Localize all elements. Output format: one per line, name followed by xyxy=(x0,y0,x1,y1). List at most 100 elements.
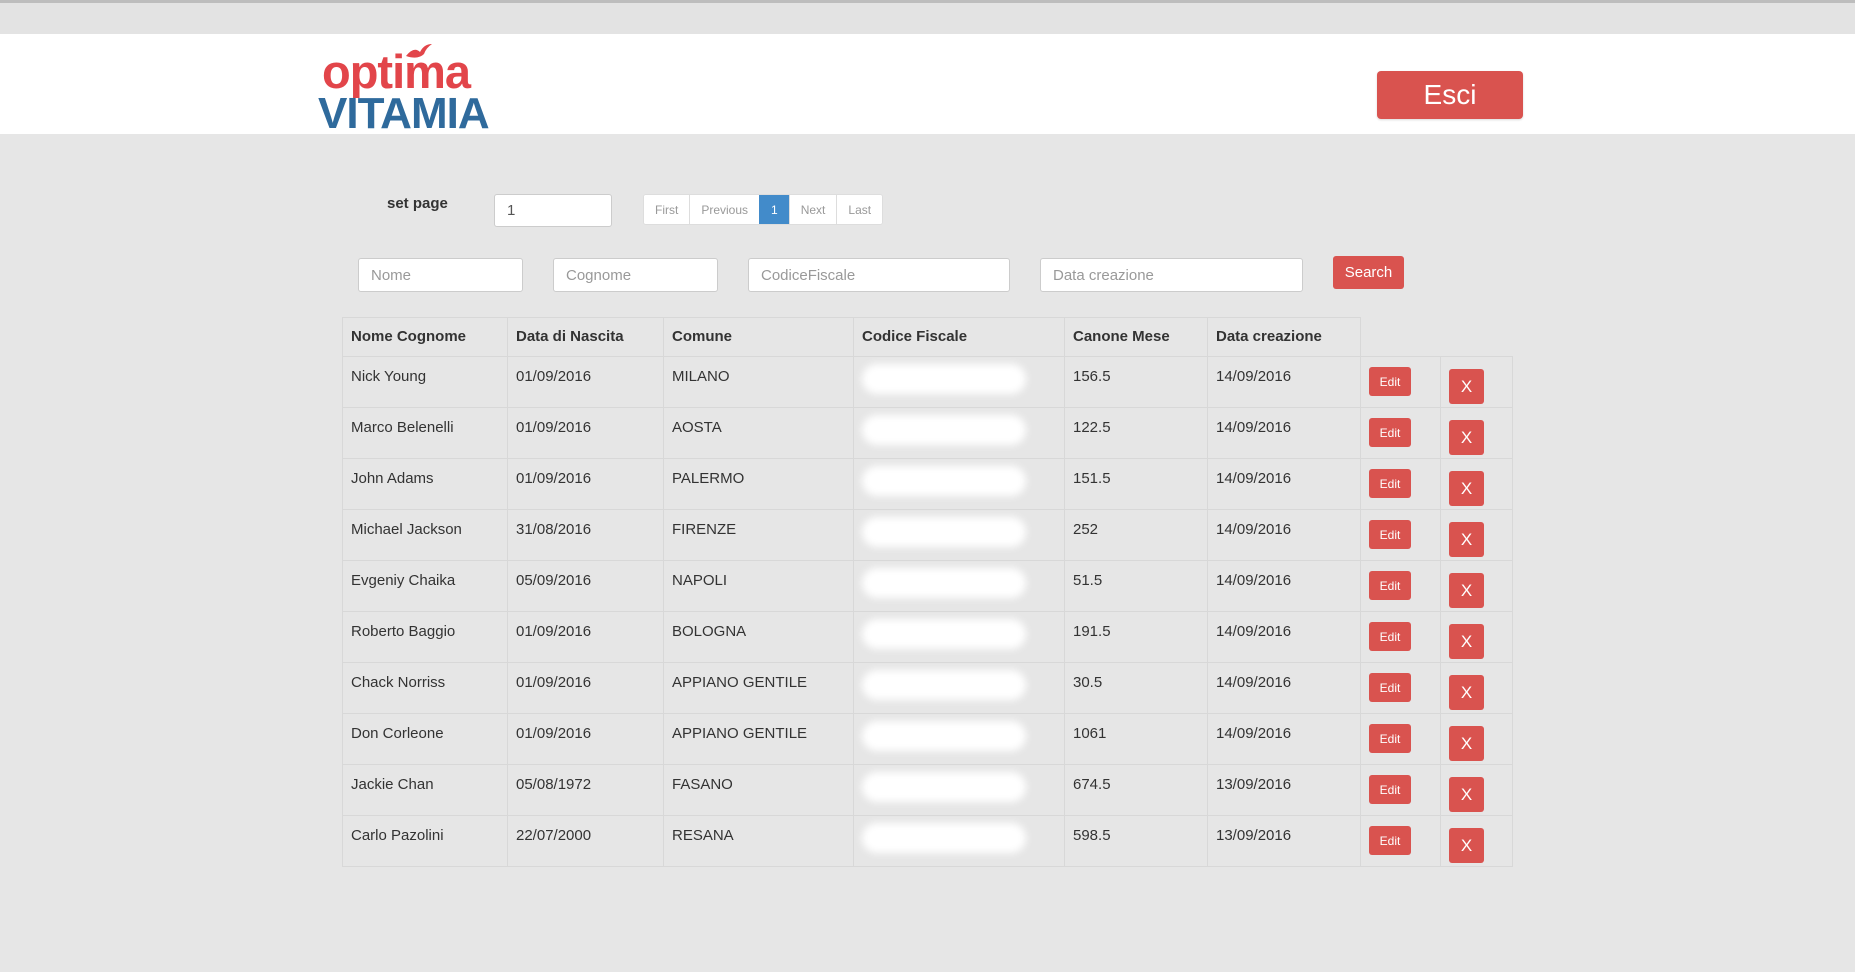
table-header-row: Nome Cognome Data di Nascita Comune Codi… xyxy=(342,317,1513,357)
delete-button[interactable]: X xyxy=(1449,624,1484,659)
edit-column-header xyxy=(1361,318,1441,357)
cell-birth-date: 01/09/2016 xyxy=(507,458,664,510)
cell-birth-date: 01/09/2016 xyxy=(507,356,664,408)
redacted-codice-fiscale xyxy=(862,517,1026,547)
cell-delete: X xyxy=(1440,407,1513,459)
cell-comune: PALERMO xyxy=(663,458,854,510)
search-button[interactable]: Search xyxy=(1333,256,1404,289)
edit-button[interactable]: Edit xyxy=(1369,673,1411,702)
cell-edit: Edit xyxy=(1360,764,1441,816)
cell-delete: X xyxy=(1440,815,1513,867)
cell-comune: BOLOGNA xyxy=(663,611,854,663)
table-row: Carlo Pazolini 22/07/2000 RESANA 598.5 13/09… xyxy=(342,815,1513,867)
cell-created-date: 13/09/2016 xyxy=(1207,764,1361,816)
delete-button[interactable]: X xyxy=(1449,420,1484,455)
cell-created-date: 14/09/2016 xyxy=(1207,611,1361,663)
delete-button[interactable]: X xyxy=(1449,777,1484,812)
delete-column-header xyxy=(1441,318,1513,357)
cell-comune: NAPOLI xyxy=(663,560,854,612)
cell-name: Marco Belenelli xyxy=(342,407,508,459)
nome-filter-input[interactable] xyxy=(358,258,523,292)
delete-button[interactable]: X xyxy=(1449,828,1484,863)
delete-button[interactable]: X xyxy=(1449,369,1484,404)
delete-button[interactable]: X xyxy=(1449,726,1484,761)
pagination-first[interactable]: First xyxy=(644,195,690,224)
table-body: Nick Young 01/09/2016 MILANO 156.5 14/09/201… xyxy=(342,356,1513,867)
pagination-1[interactable]: 1 xyxy=(759,195,789,224)
cell-comune: RESANA xyxy=(663,815,854,867)
redacted-codice-fiscale xyxy=(862,823,1026,853)
logo-text-vitamia: VITAMIA xyxy=(318,89,490,138)
page-number-input[interactable] xyxy=(494,194,612,227)
cell-name: Chack Norriss xyxy=(342,662,508,714)
delete-button[interactable]: X xyxy=(1449,675,1484,710)
cell-delete: X xyxy=(1440,356,1513,408)
table-row: Don Corleone 01/09/2016 APPIANO GENTILE 106… xyxy=(342,713,1513,765)
redacted-codice-fiscale xyxy=(862,466,1026,496)
edit-button[interactable]: Edit xyxy=(1369,724,1411,753)
cell-name: Jackie Chan xyxy=(342,764,508,816)
cell-name: Evgeniy Chaika xyxy=(342,560,508,612)
column-header: Canone Mese xyxy=(1064,317,1208,357)
table-row: John Adams 01/09/2016 PALERMO 151.5 14/09/20… xyxy=(342,458,1513,510)
data-creazione-filter-input[interactable] xyxy=(1040,258,1303,292)
optima-vitamia-logo[interactable]: optima VITAMIA xyxy=(318,42,528,138)
codice-fiscale-filter-input[interactable] xyxy=(748,258,1010,292)
cell-delete: X xyxy=(1440,662,1513,714)
edit-button[interactable]: Edit xyxy=(1369,520,1411,549)
cell-delete: X xyxy=(1440,713,1513,765)
edit-button[interactable]: Edit xyxy=(1369,418,1411,447)
cell-codice-fiscale xyxy=(853,560,1065,612)
table-row: Nick Young 01/09/2016 MILANO 156.5 14/09/201… xyxy=(342,356,1513,408)
cell-edit: Edit xyxy=(1360,662,1441,714)
cell-edit: Edit xyxy=(1360,356,1441,408)
cell-comune: MILANO xyxy=(663,356,854,408)
column-header: Data creazione xyxy=(1207,317,1361,357)
edit-button[interactable]: Edit xyxy=(1369,622,1411,651)
logout-button[interactable]: Esci xyxy=(1377,71,1523,119)
pagination: First Previous 1 Next Last xyxy=(643,194,884,225)
edit-button[interactable]: Edit xyxy=(1369,469,1411,498)
cell-edit: Edit xyxy=(1360,611,1441,663)
table-row: Michael Jackson 31/08/2016 FIRENZE 252 14/09… xyxy=(342,509,1513,561)
cell-canone: 122.5 xyxy=(1064,407,1208,459)
cognome-filter-input[interactable] xyxy=(553,258,718,292)
cell-birth-date: 01/09/2016 xyxy=(507,407,664,459)
cell-comune: APPIANO GENTILE xyxy=(663,713,854,765)
redacted-codice-fiscale xyxy=(862,670,1026,700)
delete-button[interactable]: X xyxy=(1449,471,1484,506)
redacted-codice-fiscale xyxy=(862,568,1026,598)
cell-birth-date: 01/09/2016 xyxy=(507,611,664,663)
cell-canone: 598.5 xyxy=(1064,815,1208,867)
edit-button[interactable]: Edit xyxy=(1369,571,1411,600)
pagination-last[interactable]: Last xyxy=(836,195,883,224)
cell-delete: X xyxy=(1440,611,1513,663)
edit-button[interactable]: Edit xyxy=(1369,826,1411,855)
cell-birth-date: 01/09/2016 xyxy=(507,662,664,714)
edit-button[interactable]: Edit xyxy=(1369,367,1411,396)
cell-created-date: 14/09/2016 xyxy=(1207,407,1361,459)
cell-edit: Edit xyxy=(1360,407,1441,459)
cell-created-date: 14/09/2016 xyxy=(1207,713,1361,765)
cell-codice-fiscale xyxy=(853,458,1065,510)
cell-birth-date: 31/08/2016 xyxy=(507,509,664,561)
table-row: Jackie Chan 05/08/1972 FASANO 674.5 13/09/20… xyxy=(342,764,1513,816)
cell-birth-date: 05/08/1972 xyxy=(507,764,664,816)
pagination-next[interactable]: Next xyxy=(788,195,837,224)
cell-name: Nick Young xyxy=(342,356,508,408)
redacted-codice-fiscale xyxy=(862,415,1026,445)
delete-button[interactable]: X xyxy=(1449,522,1484,557)
cell-edit: Edit xyxy=(1360,458,1441,510)
cell-edit: Edit xyxy=(1360,509,1441,561)
cell-birth-date: 01/09/2016 xyxy=(507,713,664,765)
pagination-previous[interactable]: Previous xyxy=(689,195,760,224)
delete-button[interactable]: X xyxy=(1449,573,1484,608)
cell-birth-date: 22/07/2000 xyxy=(507,815,664,867)
logo-text-optima: optima xyxy=(322,45,471,98)
cell-canone: 1061 xyxy=(1064,713,1208,765)
edit-button[interactable]: Edit xyxy=(1369,775,1411,804)
set-page-label: set page xyxy=(387,195,448,212)
cell-created-date: 14/09/2016 xyxy=(1207,509,1361,561)
cell-codice-fiscale xyxy=(853,713,1065,765)
clients-table: Nome Cognome Data di Nascita Comune Codi… xyxy=(342,317,1513,867)
